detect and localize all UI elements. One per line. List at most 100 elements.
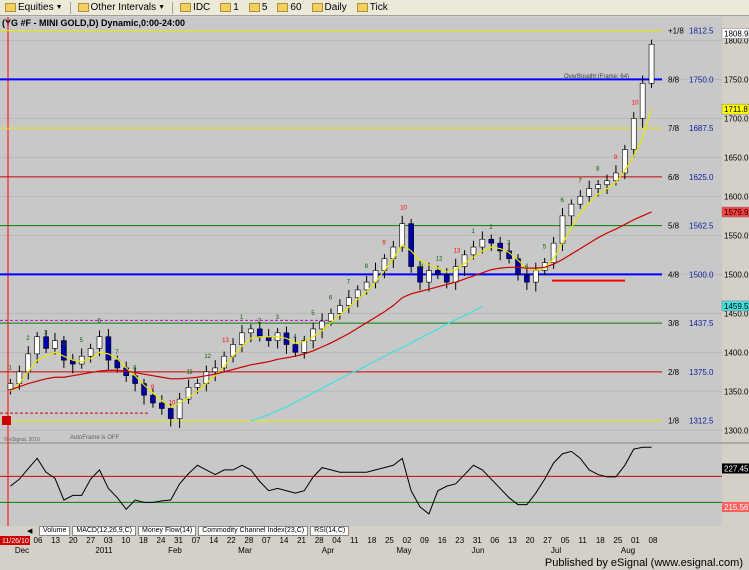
candle-body: [354, 289, 361, 299]
candle-body: [426, 270, 432, 283]
toolbar-item-tick[interactable]: Tick: [354, 2, 391, 13]
date-tick-label: 27: [86, 536, 95, 545]
tab-cci[interactable]: Commodity Channel Index(23,C): [198, 526, 309, 536]
chart-symbol-title: (YG #F - MINI GOLD,D) Dynamic,0:00-24:00: [2, 18, 185, 28]
date-tick-label: 27: [543, 536, 552, 545]
tab-prev-icon[interactable]: ◀: [27, 527, 37, 535]
date-tick-label: 23: [455, 536, 464, 545]
date-tick-label: 28: [244, 536, 253, 545]
candle-body: [328, 313, 334, 322]
month-label: Jun: [472, 546, 485, 555]
date-tick-label: 13: [51, 536, 60, 545]
folder-icon: [77, 3, 89, 12]
candle-body: [34, 336, 40, 355]
price-tag-label: 1711.8: [724, 105, 748, 114]
date-tick-label: 02: [403, 536, 412, 545]
toolbar-item-equities[interactable]: Equities ▼: [2, 2, 66, 13]
folder-icon: [277, 3, 289, 12]
candle-body: [648, 43, 655, 84]
month-label: 2011: [95, 546, 113, 555]
murrey-level-label: 1/8: [668, 417, 680, 426]
overbought-annotation: OverBought (Frame: 64): [564, 74, 629, 80]
murrey-price-label: 1437.5: [689, 319, 714, 328]
murrey-level-label: 4/8: [668, 270, 680, 279]
date-tick-label: 25: [385, 536, 394, 545]
date-tick-label: 20: [69, 536, 78, 545]
setup-count-label: 13: [454, 249, 461, 255]
month-label: Apr: [322, 546, 335, 555]
candle-body: [524, 274, 530, 283]
toolbar-label-tick: Tick: [369, 2, 388, 13]
indicator-tag-label: 215.56: [724, 503, 749, 512]
date-tick-label: 14: [209, 536, 218, 545]
date-tick-label: 31: [174, 536, 183, 545]
murrey-level-label: +1/8: [668, 27, 684, 36]
folder-icon: [180, 3, 192, 12]
date-axis: 11/26/10 06 13 20 27 03 10 18 24 31 07 14 22 28 07 14 21…: [0, 536, 749, 556]
candle-body: [96, 336, 103, 349]
price-tick-label: 1550.0: [724, 231, 749, 240]
month-label: Dec: [15, 546, 29, 555]
price-tag-label: 1579.9: [724, 208, 749, 217]
setup-count-label: 11: [187, 369, 194, 375]
setup-count-label: 10: [169, 401, 176, 407]
autoframe-annotation: AutoFrame is OFF: [70, 435, 120, 441]
toolbar-item-1[interactable]: 1: [217, 2, 242, 13]
murrey-level-label: 3/8: [668, 319, 680, 328]
date-tick-label: 11: [350, 536, 359, 545]
date-tick-label: 16: [438, 536, 447, 545]
murrey-price-label: 1500.0: [689, 270, 714, 279]
month-label: Jul: [551, 546, 561, 555]
date-tick-label: 01: [631, 536, 640, 545]
candle-body: [87, 348, 94, 357]
price-tick-label: 1500.0: [724, 270, 749, 279]
candle-body: [443, 274, 450, 283]
candle-body: [319, 320, 325, 330]
price-tick-label: 1600.0: [724, 192, 749, 201]
candle-body: [256, 328, 263, 338]
toolbar-item-daily[interactable]: Daily: [309, 2, 350, 13]
indicator-tag-label: 227.45: [724, 464, 749, 473]
date-tick-label: 24: [157, 536, 166, 545]
candle-body: [78, 355, 85, 365]
toolbar-item-other-intervals[interactable]: Other Intervals ▼: [75, 2, 169, 13]
candle-body: [114, 359, 121, 369]
toolbar-label-60: 60: [290, 2, 302, 13]
murrey-level-label: 8/8: [668, 75, 680, 84]
candle-body: [595, 184, 601, 189]
setup-count-label: 10: [632, 100, 639, 106]
alert-icon[interactable]: [2, 416, 11, 425]
murrey-price-label: 1625.0: [689, 173, 714, 182]
tab-rsi[interactable]: RSI(14,C): [310, 526, 350, 536]
murrey-price-label: 1812.5: [689, 27, 714, 36]
toolbar-item-idc[interactable]: IDC: [177, 2, 213, 13]
date-tick-label: 09: [420, 536, 429, 545]
toolbar-item-5[interactable]: 5: [246, 2, 271, 13]
price-chart[interactable]: (YG #F - MINI GOLD,D) Dynamic,0:00-24:00…: [0, 17, 749, 535]
month-label: May: [396, 546, 411, 555]
chevron-down-icon: ▼: [158, 4, 166, 11]
tab-macd[interactable]: MACD(12,26,9,C): [72, 526, 136, 536]
tab-volume[interactable]: Volume: [39, 526, 71, 536]
candle-body: [630, 118, 637, 150]
price-tick-label: 1650.0: [724, 153, 749, 162]
date-tick-label: 31: [473, 536, 482, 545]
date-tick-label: 25: [613, 536, 622, 545]
toolbar-label-5: 5: [261, 2, 268, 13]
indicator-panel-bg: [0, 444, 722, 526]
indicator-tabs: ◀ Volume MACD(12,26,9,C) Money Flow(14) …: [0, 526, 749, 536]
murrey-price-label: 1750.0: [689, 75, 714, 84]
toolbar-item-60[interactable]: 60: [274, 2, 304, 13]
tab-money-flow[interactable]: Money Flow(14): [138, 526, 197, 536]
candle-body: [363, 281, 370, 291]
price-tick-label: 1300.0: [724, 426, 749, 435]
date-tick-label: 04: [332, 536, 341, 545]
candle-body: [239, 332, 245, 345]
candle-body: [568, 203, 575, 217]
candle-body: [470, 246, 477, 256]
date-tick-label: 20: [526, 536, 535, 545]
candle-body: [105, 336, 112, 361]
murrey-level-label: 2/8: [668, 368, 680, 377]
date-tick-label: 18: [596, 536, 605, 545]
date-tick-label: 22: [227, 536, 236, 545]
